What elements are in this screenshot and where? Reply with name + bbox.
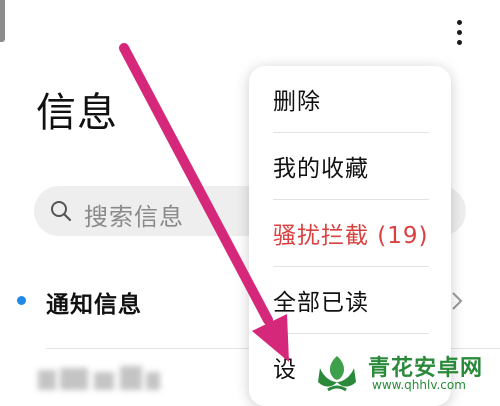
blurred-conversation-preview — [38, 362, 162, 392]
page-title: 信息 — [36, 90, 118, 136]
search-placeholder: 搜索信息 — [84, 203, 184, 231]
chevron-right-icon — [452, 292, 463, 310]
watermark-logo-icon — [318, 356, 356, 392]
window-edge-mark — [0, 0, 5, 42]
unread-indicator — [17, 296, 26, 305]
more-vertical-icon-dot-1 — [456, 19, 462, 25]
menu-item-mark-all-read[interactable]: 全部已读 — [273, 267, 429, 333]
search-icon — [51, 201, 72, 222]
more-vertical-icon-dot-2 — [456, 29, 462, 35]
menu-item-spam-blocking[interactable]: 骚扰拦截 (19) — [273, 200, 429, 266]
menu-item-delete[interactable]: 删除 — [273, 66, 429, 132]
menu-item-favorites[interactable]: 我的收藏 — [273, 133, 429, 199]
notifications-label: 通知信息 — [46, 292, 142, 318]
more-vertical-icon-dot-3 — [456, 39, 462, 45]
watermark: 青花安卓网 www.qhhlv.com — [310, 348, 500, 396]
watermark-url: www.qhhlv.com — [372, 378, 466, 392]
more-options-button[interactable] — [444, 14, 474, 50]
